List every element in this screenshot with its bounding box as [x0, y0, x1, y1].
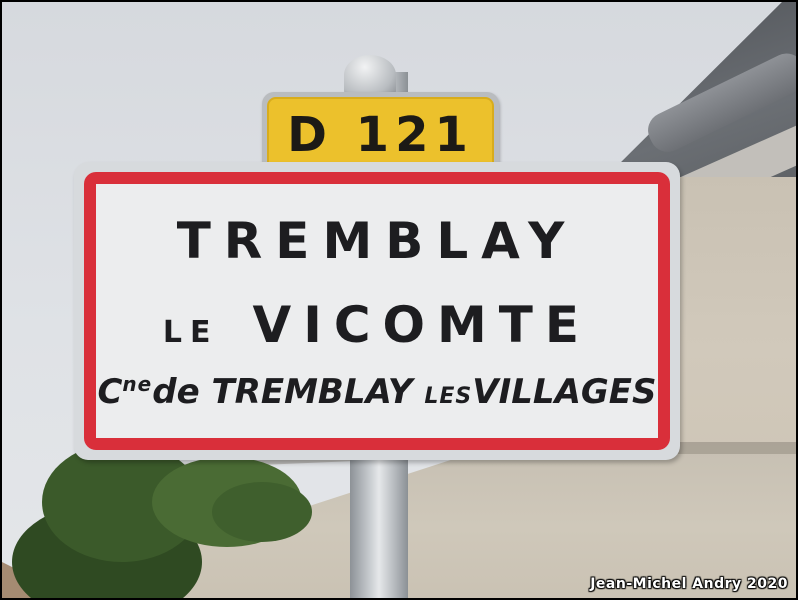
commune-line: Cnede TREMBLAY LESVILLAGES — [96, 372, 658, 412]
pole-cap — [344, 55, 396, 95]
commune-abbrev-ne: ne — [122, 372, 153, 396]
tree-foliage — [212, 482, 312, 542]
commune-villages: VILLAGES — [472, 372, 657, 412]
town-sign-face: TREMBLAY LE VICOMTE Cnede TREMBLAY LESVIL… — [84, 172, 670, 450]
commune-de: de — [152, 372, 200, 412]
commune-les: LES — [424, 384, 473, 409]
town-name-line1: TREMBLAY — [176, 212, 578, 270]
town-entry-sign: TREMBLAY LE VICOMTE Cnede TREMBLAY LESVIL… — [74, 162, 680, 460]
road-number: D 121 — [287, 107, 474, 163]
photo-credit: Jean-Michel Andry 2020 — [590, 576, 788, 592]
photo-frame: D 121 TREMBLAY LE VICOMTE Cnede TREMBLAY … — [2, 2, 796, 598]
commune-abbrev-c: C — [97, 372, 123, 412]
town-name-line2: LE VICOMTE — [96, 296, 658, 354]
town-name-main: VICOMTE — [252, 296, 592, 354]
commune-tremblay: TREMBLAY — [211, 372, 413, 412]
town-name-prefix: LE — [162, 315, 219, 350]
